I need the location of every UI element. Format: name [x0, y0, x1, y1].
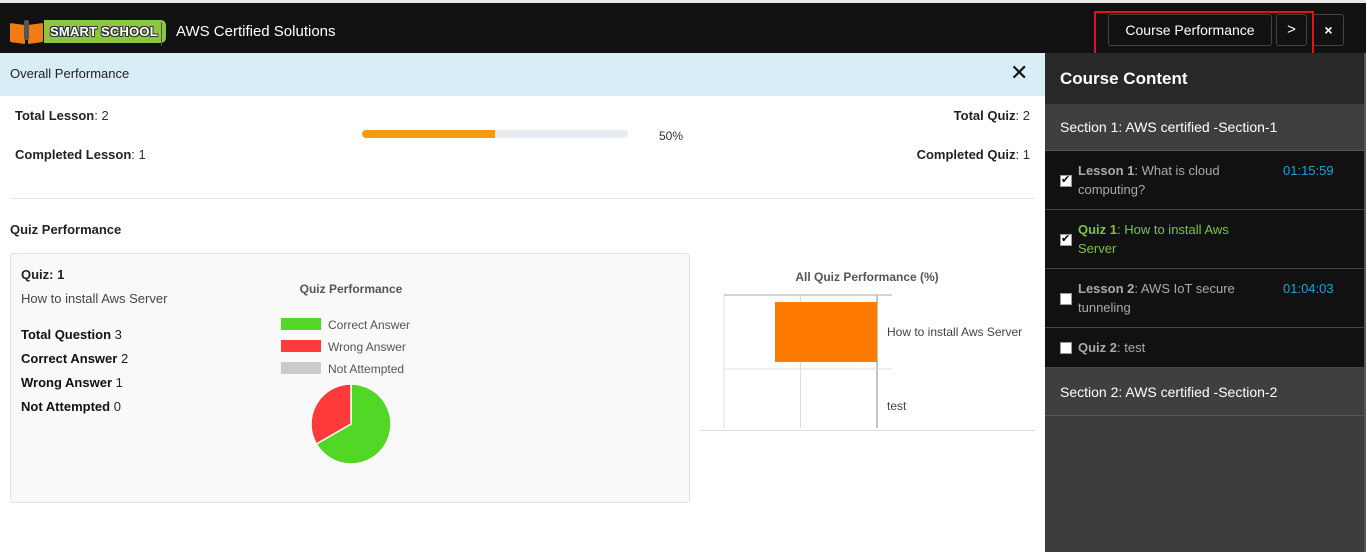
course-content-sidebar: Course Content Section 1: AWS certified … — [1045, 53, 1366, 552]
close-panel-button[interactable]: ✕ — [1010, 62, 1028, 84]
course-title: AWS Certified Solutions — [176, 23, 336, 40]
item-text[interactable]: Quiz 1: How to install Aws Server — [1078, 220, 1258, 258]
quiz-pie-chart: Quiz Performance Correct Answer Wrong Ans… — [281, 282, 410, 465]
close-player-button[interactable]: × — [1313, 14, 1344, 46]
quiz-item[interactable]: Quiz 1: How to install Aws Server — [1045, 210, 1366, 269]
legend-swatch — [281, 340, 321, 352]
performance-panel: Overall Performance ✕ Total Lesson: 2 Co… — [0, 53, 1045, 552]
all-quiz-chart-container: All Quiz Performance (%) How to install … — [700, 253, 1035, 463]
total-quiz: Total Quiz: 2 — [954, 108, 1030, 123]
lesson-duration: 01:04:03 — [1283, 281, 1334, 296]
total-quiz-value: : 2 — [1015, 108, 1030, 123]
item-prefix: Quiz 2 — [1078, 340, 1118, 355]
completed-lesson-label: Completed Lesson — [15, 147, 132, 162]
book-icon — [10, 19, 44, 44]
legend-label: Not Attempted — [328, 362, 404, 376]
wrong-answer: Wrong Answer 1 — [21, 375, 123, 390]
not-attempted-value: 0 — [110, 399, 121, 414]
overall-progress-bar — [362, 130, 628, 138]
total-question-value: 3 — [111, 327, 122, 342]
section-title: Section 1: AWS certified -Section-1 — [1060, 119, 1278, 135]
completed-lesson: Completed Lesson: 1 — [15, 147, 146, 162]
completed-quiz-label: Completed Quiz — [916, 147, 1016, 162]
category-label: test — [887, 399, 907, 413]
item-text[interactable]: Lesson 2: AWS IoT secure tunneling — [1078, 279, 1258, 317]
total-quiz-label: Total Quiz — [953, 108, 1016, 123]
smart-school-logo[interactable]: SMART SCHOOL — [10, 19, 166, 44]
completion-checkbox[interactable] — [1060, 232, 1072, 246]
section-2-header[interactable]: Section 2: AWS certified -Section-2 — [1045, 368, 1366, 416]
sidebar-title: Course Content — [1060, 69, 1188, 88]
pie-chart-title: Quiz Performance — [300, 282, 403, 296]
section-1-header[interactable]: Section 1: AWS certified -Section-1 — [1045, 104, 1366, 151]
completed-lesson-value: : 1 — [131, 147, 146, 162]
item-text[interactable]: Quiz 2: test — [1078, 338, 1258, 357]
progress-percent: 50% — [659, 129, 684, 143]
not-attempted: Not Attempted 0 — [21, 399, 121, 414]
divider — [10, 198, 1035, 199]
item-prefix: Quiz 1 — [1078, 222, 1118, 237]
completed-quiz: Completed Quiz: 1 — [917, 147, 1030, 162]
correct-answer-value: 2 — [117, 351, 129, 366]
legend-label: Wrong Answer — [328, 340, 406, 354]
divider — [161, 22, 162, 46]
logo-text: SMART SCHOOL — [44, 20, 166, 43]
next-button[interactable]: > — [1276, 14, 1307, 46]
quiz-performance-title: Quiz Performance — [10, 222, 122, 237]
item-prefix: Lesson 1 — [1078, 163, 1135, 178]
category-label: How to install Aws Server — [887, 325, 1022, 339]
lesson-item[interactable]: Lesson 2: AWS IoT secure tunneling 01:04… — [1045, 269, 1366, 328]
total-question-label: Total Question — [21, 327, 112, 342]
quiz-card: Quiz: 1 How to install Aws Server Total … — [10, 253, 690, 503]
quiz-item[interactable]: Quiz 2: test — [1045, 328, 1366, 368]
correct-answer-label: Correct Answer — [21, 351, 118, 366]
completed-quiz-value: : 1 — [1015, 147, 1030, 162]
item-title: : test — [1117, 340, 1146, 355]
completion-checkbox[interactable] — [1060, 173, 1072, 187]
bar[interactable] — [774, 302, 877, 362]
legend-swatch — [281, 318, 321, 330]
quiz-name: How to install Aws Server — [21, 291, 168, 306]
quiz-number: Quiz: 1 — [21, 267, 65, 282]
item-text[interactable]: Lesson 1: What is cloud computing? — [1078, 161, 1258, 199]
legend-label: Correct Answer — [328, 318, 410, 332]
total-lesson: Total Lesson: 2 — [15, 108, 109, 123]
total-lesson-value: : 2 — [94, 108, 109, 123]
completion-checkbox[interactable] — [1060, 342, 1072, 354]
bar-chart-title: All Quiz Performance (%) — [795, 270, 938, 284]
progress-fill — [362, 130, 495, 138]
lesson-item[interactable]: Lesson 1: What is cloud computing? 01:15… — [1045, 151, 1366, 210]
total-lesson-label: Total Lesson — [15, 108, 95, 123]
all-quiz-bar-chart: All Quiz Performance (%) How to install … — [714, 270, 1022, 463]
wrong-answer-value: 1 — [112, 375, 123, 390]
course-performance-button[interactable]: Course Performance — [1108, 14, 1272, 46]
sidebar-header: Course Content — [1045, 53, 1366, 104]
total-question: Total Question 3 — [21, 327, 122, 342]
completion-checkbox[interactable] — [1060, 293, 1072, 305]
lesson-duration: 01:15:59 — [1283, 163, 1334, 178]
wrong-answer-label: Wrong Answer — [21, 375, 113, 390]
panel-title: Overall Performance — [10, 66, 130, 81]
correct-answer: Correct Answer 2 — [21, 351, 128, 366]
section-title: Section 2: AWS certified -Section-2 — [1060, 384, 1278, 400]
legend-swatch — [281, 362, 321, 374]
item-prefix: Lesson 2 — [1078, 281, 1135, 296]
panel-header: Overall Performance ✕ — [0, 53, 1045, 96]
not-attempted-label: Not Attempted — [21, 399, 111, 414]
